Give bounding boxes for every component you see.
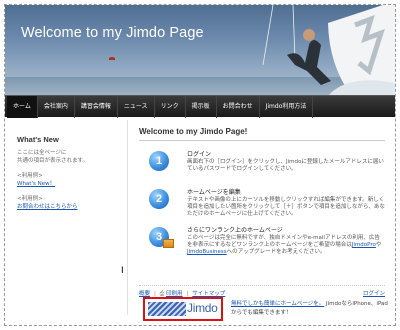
nav-item-contact[interactable]: お問合わせ (217, 96, 260, 118)
header-banner: Welcome to my Jimdo Page (5, 5, 395, 95)
kitesurfer-image (262, 5, 395, 95)
jimdo-stripes-logo (148, 302, 186, 316)
kite-image (109, 57, 115, 60)
page-title: Welcome to my Jimdo Page! (139, 127, 385, 141)
nav-item-bbs[interactable]: 掲示板 (186, 96, 217, 118)
site-title: Welcome to my Jimdo Page (21, 25, 204, 41)
jimdo-logo: Jimdo (187, 301, 218, 315)
step-2-body: テキストや画像の上にカーソルを移動しクリックすれば編集ができます。新しく項目を追… (187, 197, 385, 217)
sidebar-heading: What's New (17, 135, 59, 144)
column-divider (127, 120, 128, 315)
nav-item-seminar[interactable]: 講習会情報 (75, 96, 118, 118)
step-3-text: さらにワンランク上のホームページ このページは完全に無料ですが、独自ドメインやe… (187, 225, 385, 256)
example-label: <利用例> (17, 196, 43, 202)
step-3-body: このページは完全に無料ですが、独自ドメインやe-mailアドレスの利用、広告を非… (187, 235, 385, 256)
sidebar: What's New ここには全ページに 共通の項目が表示されます。 <利用例>… (17, 135, 117, 211)
sidebar-example-2: <利用例> お問合わせはこちらから (17, 195, 117, 211)
nav-item-links[interactable]: リンク (155, 96, 186, 118)
step-1: 1 ログイン 画面右下の［ログイン］をクリックし、Jimdoに登録したメールアド… (139, 149, 385, 185)
promo-text-2: からでも編集できます！ (231, 310, 292, 316)
jimdobusiness-link[interactable]: JimdoBusiness (187, 249, 227, 255)
step-2-heading: ホームページを編集 (187, 189, 241, 196)
step-2-text: ホームページを編集 テキストや画像の上にカーソルを移動しクリックすれば編集ができ… (187, 187, 385, 218)
step-3-heading: さらにワンランク上のホームページ (187, 227, 283, 234)
nav-item-home[interactable]: ホーム (7, 96, 38, 118)
jimdopro-link[interactable]: JimdoPro (352, 242, 376, 248)
main-content: Welcome to my Jimdo Page! 1 ログイン 画面右下の［ロ… (139, 127, 385, 271)
jimdo-banner[interactable]: Jimdo (143, 297, 223, 321)
jimdo-promo: 無料でしかも簡単にホームページを。 JimdoならiPhone、iPad からで… (231, 300, 391, 318)
text-cursor-icon: I (121, 266, 124, 276)
sidebar-intro-line2: 共通の項目が表示されます。 (17, 158, 88, 164)
main-navigation: ホーム 会社案内 講習会情報 ニュース リンク 掲示板 お問合わせ Jimdo利… (5, 95, 395, 118)
sidebar-example-1: <利用例> What's New！ (17, 172, 117, 188)
step-3-joiner: や (375, 242, 382, 248)
jimdo-promo-link[interactable]: 無料でしかも簡単にホームページを。 (231, 301, 324, 307)
step-number-2-icon: 2 (149, 189, 169, 209)
nav-item-news[interactable]: ニュース (118, 96, 155, 118)
step-number-1-icon: 1 (149, 151, 169, 171)
sidebar-intro: ここには全ページに 共通の項目が表示されます。 (17, 149, 117, 165)
step-1-text: ログイン 画面右下の［ログイン］をクリックし、Jimdoに登録したメールアドレス… (187, 149, 385, 173)
login-link[interactable]: ログイン (363, 289, 385, 297)
step-2: 2 ホームページを編集 テキストや画像の上にカーソルを移動しクリックすれば編集が… (139, 187, 385, 223)
sidebar-intro-line1: ここには全ページに (17, 150, 67, 156)
step-3-tail: へのアップグレードをお考えください。 (226, 249, 326, 255)
example-label: <利用例> (17, 173, 43, 179)
step-1-body: 画面右下の［ログイン］をクリックし、Jimdoに登録したメールアドレスに届いてい… (187, 159, 384, 172)
page-frame: Welcome to my Jimdo Page ホーム 会社案内 講習会情報 … (4, 4, 396, 326)
whats-new-link[interactable]: What's New！ (17, 181, 55, 187)
package-icon (163, 239, 174, 248)
step-3: 3 さらにワンランク上のホームページ このページは完全に無料ですが、独自ドメイン… (139, 225, 385, 269)
step-1-heading: ログイン (187, 151, 212, 158)
contact-link[interactable]: お問合わせはこちらから (17, 204, 78, 210)
promo-text-1: JimdoならiPhone、iPad (325, 301, 388, 307)
nav-item-company[interactable]: 会社案内 (38, 96, 75, 118)
nav-item-jimdo-help[interactable]: Jimdo利用方法 (260, 96, 314, 118)
